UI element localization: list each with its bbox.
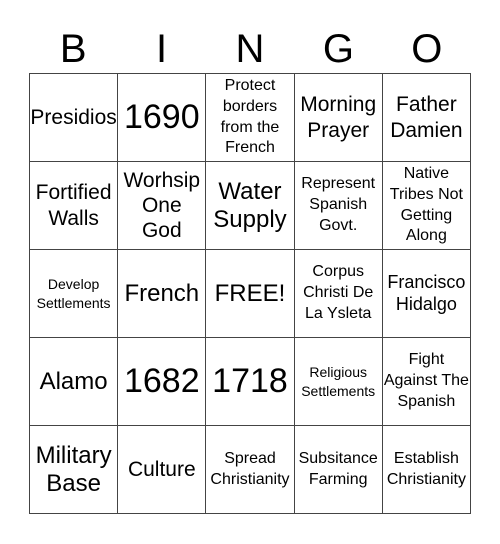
bingo-cell[interactable]: 1718	[206, 338, 295, 426]
bingo-cell[interactable]: Fortified Walls	[30, 162, 119, 250]
bingo-cell[interactable]: Protect borders from the French	[206, 74, 295, 162]
bingo-cell[interactable]: Corpus Christi De La Ysleta	[294, 250, 383, 338]
bingo-cell[interactable]: Fight Against The Spanish	[382, 338, 471, 426]
bingo-cell[interactable]: Represent Spanish Govt.	[294, 162, 383, 250]
bingo-cell[interactable]: Worhsip One God	[118, 162, 207, 250]
bingo-cell[interactable]: Alamo	[30, 338, 119, 426]
bingo-cell[interactable]: Father Damien	[382, 74, 471, 162]
bingo-cell[interactable]: 1682	[118, 338, 207, 426]
bingo-cell[interactable]: Presidios	[30, 74, 119, 162]
header-letter-n: N	[235, 27, 265, 71]
bingo-grid: Presidios 1690 Protect borders from the …	[29, 73, 471, 514]
header-letter-i: I	[156, 27, 168, 71]
free-space[interactable]: FREE!	[206, 250, 295, 338]
bingo-cell[interactable]: 1690	[118, 74, 207, 162]
bingo-cell[interactable]: Francisco Hidalgo	[382, 250, 471, 338]
bingo-cell[interactable]: Develop Settlements	[30, 250, 119, 338]
bingo-cell[interactable]: Subsitance Farming	[294, 426, 383, 514]
bingo-header: B I N G O	[29, 24, 471, 74]
bingo-cell[interactable]: French	[118, 250, 207, 338]
bingo-cell[interactable]: Water Supply	[206, 162, 295, 250]
bingo-cell[interactable]: Morning Prayer	[294, 74, 383, 162]
bingo-cell[interactable]: Military Base	[30, 426, 119, 514]
bingo-cell[interactable]: Culture	[118, 426, 207, 514]
bingo-cell[interactable]: Establish Christianity	[382, 426, 471, 514]
bingo-cell[interactable]: Religious Settlements	[294, 338, 383, 426]
header-letter-b: B	[59, 27, 87, 71]
bingo-cell[interactable]: Spread Christianity	[206, 426, 295, 514]
bingo-cell[interactable]: Native Tribes Not Getting Along	[382, 162, 471, 250]
header-letter-g: G	[322, 27, 354, 71]
header-letter-o: O	[411, 27, 443, 71]
